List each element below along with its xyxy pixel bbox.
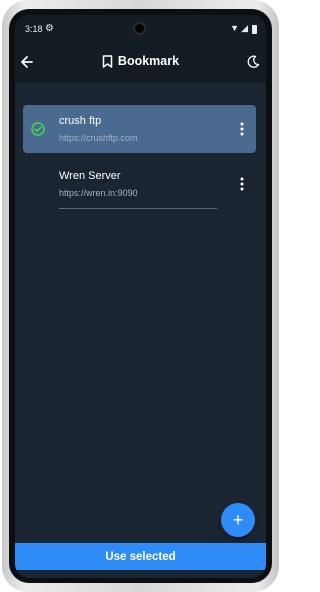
status-bar: 3:18 ⚙ ▼◢ — [15, 15, 266, 43]
bookmark-name: crush ftp — [59, 115, 102, 127]
more-options-icon[interactable] — [240, 122, 244, 136]
app-screen: 3:18 ⚙ ▼◢ Bookmark crush ftp https://cru… — [15, 15, 266, 578]
battery-icon — [252, 25, 257, 34]
app-bar-title: Bookmark — [15, 54, 266, 68]
settings-status-icon: ⚙ — [45, 23, 54, 34]
use-selected-button[interactable]: Use selected — [15, 543, 266, 570]
selected-check-icon — [31, 122, 45, 136]
bookmark-url: https://crushftp.com — [59, 133, 138, 143]
app-bar: Bookmark — [15, 43, 266, 83]
front-camera — [133, 22, 146, 35]
dark-mode-moon-icon[interactable] — [246, 55, 260, 69]
add-bookmark-button[interactable]: + — [221, 503, 255, 537]
more-options-icon[interactable] — [240, 177, 244, 191]
status-time: 3:18 — [25, 24, 43, 34]
bookmark-name: Wren Server — [59, 170, 121, 182]
bookmark-item-wren-server[interactable]: Wren Server https://wren.in:9090 — [23, 160, 256, 208]
list-divider — [59, 208, 217, 209]
bookmark-url: https://wren.in:9090 — [59, 188, 138, 198]
bookmark-item-crush-ftp[interactable]: crush ftp https://crushftp.com — [23, 105, 256, 153]
bookmark-icon — [102, 54, 113, 68]
wifi-signal-icon: ▼◢ — [230, 23, 250, 33]
page-title: Bookmark — [117, 54, 180, 68]
